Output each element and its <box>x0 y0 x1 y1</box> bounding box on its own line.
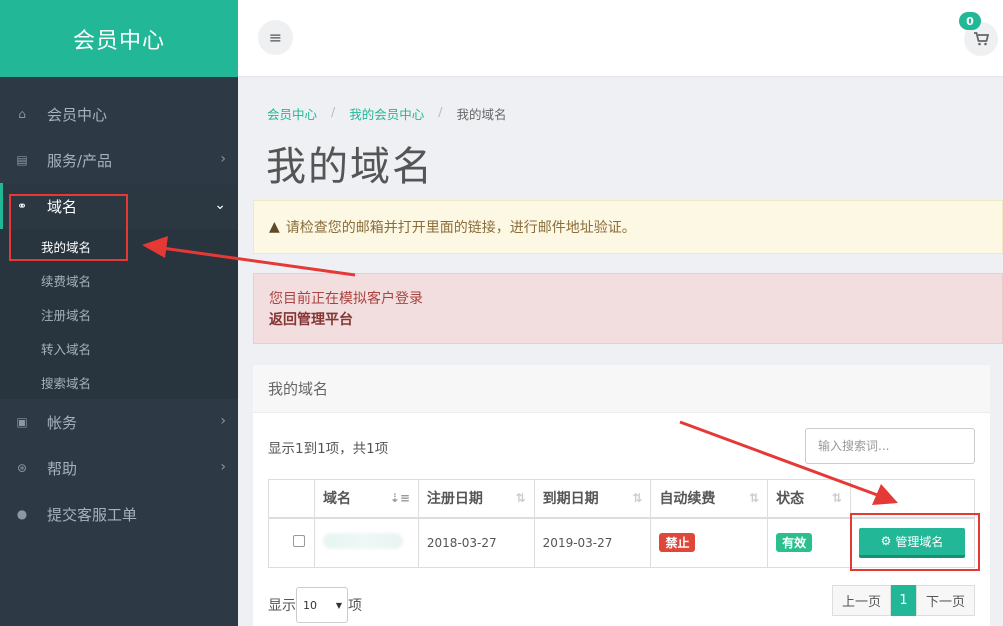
chevron-right-icon: › <box>220 413 226 429</box>
breadcrumb-separator: / <box>331 104 336 119</box>
sidebar-item-billing[interactable]: ▣ 帐务 › <box>0 399 238 445</box>
domains-panel: 我的域名 显示1到1项，共1项 域名 ⇣≡ 注册日期 ⇅ 到期日期 <box>253 365 990 626</box>
column-label: 注册日期 <box>426 491 483 508</box>
prev-page-button[interactable]: 上一页 <box>832 585 891 616</box>
redacted-domain <box>322 533 403 550</box>
page-length-control: 显示 10 ▼ 项 <box>268 587 362 623</box>
next-page-button[interactable]: 下一页 <box>916 585 975 616</box>
sidebar-item-label: 帮助 <box>47 459 78 478</box>
money-icon: ▣ <box>16 415 28 429</box>
warning-icon: ▲ <box>269 219 280 235</box>
sidebar-item-label: 帐务 <box>47 413 78 432</box>
auto-renew-badge: 禁止 <box>659 533 696 553</box>
hamburger-icon: ≡ <box>268 28 283 47</box>
sort-icon: ⇣≡ <box>389 491 410 505</box>
sort-icon: ⇅ <box>632 491 643 505</box>
menu-toggle-button[interactable]: ≡ <box>258 20 293 55</box>
status-badge: 有效 <box>776 533 813 553</box>
sidebar-item-member-center[interactable]: ⌂ 会员中心 <box>0 91 238 137</box>
email-verify-alert: ▲ 请检查您的邮箱并打开里面的链接，进行邮件地址验证。 <box>253 200 1003 254</box>
chevron-down-icon: ⌄ <box>214 197 226 213</box>
column-header-reg-date[interactable]: 注册日期 ⇅ <box>417 479 535 519</box>
column-label: 自动续费 <box>659 491 716 508</box>
column-label: 到期日期 <box>542 491 599 508</box>
server-icon: ▤ <box>16 153 28 167</box>
submenu-item-search-domains[interactable]: 搜索域名 <box>0 365 238 399</box>
sidebar-item-support-ticket[interactable]: ● 提交客服工单 <box>0 491 238 537</box>
table-summary: 显示1到1项，共1项 <box>268 441 389 457</box>
page-number-button[interactable]: 1 <box>891 585 916 616</box>
sidebar-item-services[interactable]: ▤ 服务/产品 › <box>0 137 238 183</box>
return-admin-link[interactable]: 返回管理平台 <box>269 310 987 331</box>
sidebar-nav: ⌂ 会员中心 ▤ 服务/产品 › ⚭ 域名 ⌄ 我的域名 续费域名 注册域名 转… <box>0 77 238 537</box>
breadcrumb-link-my-member-center[interactable]: 我的会员中心 <box>349 104 424 123</box>
sidebar-item-label: 服务/产品 <box>47 151 113 170</box>
exp-date-cell: 2019-03-27 <box>533 517 652 568</box>
home-icon: ⌂ <box>18 107 26 121</box>
alert-warning-text: 请检查您的邮箱并打开里面的链接，进行邮件地址验证。 <box>285 220 636 236</box>
page-length-select[interactable]: 10 ▼ <box>296 587 348 623</box>
column-header-auto-renew[interactable]: 自动续费 ⇅ <box>650 479 769 519</box>
brand-title[interactable]: 会员中心 <box>0 0 238 77</box>
breadcrumb-current: 我的域名 <box>456 107 507 122</box>
column-header-exp-date[interactable]: 到期日期 ⇅ <box>533 479 652 519</box>
search-input[interactable] <box>805 428 975 464</box>
auto-renew-cell: 禁止 <box>650 517 769 568</box>
length-label-post: 项 <box>348 598 362 614</box>
sort-icon: ⇅ <box>831 491 842 505</box>
breadcrumb-link-member-center[interactable]: 会员中心 <box>267 104 317 123</box>
column-label: 状态 <box>776 491 805 508</box>
length-label-pre: 显示 <box>268 598 296 614</box>
panel-title: 我的域名 <box>253 365 990 413</box>
breadcrumb-separator: / <box>438 104 443 119</box>
submenu-item-transfer-domains[interactable]: 转入域名 <box>0 331 238 365</box>
domain-cell <box>313 517 419 568</box>
page-title: 我的域名 <box>266 144 434 190</box>
column-header-status[interactable]: 状态 ⇅ <box>767 479 851 519</box>
lifebuoy-icon: ⊛ <box>16 461 28 475</box>
sidebar-item-label: 提交客服工单 <box>47 505 138 524</box>
sort-icon: ⇅ <box>515 491 526 505</box>
sidebar-item-label: 会员中心 <box>47 105 108 124</box>
sidebar-item-help[interactable]: ⊛ 帮助 › <box>0 445 238 491</box>
column-header-actions <box>849 479 976 519</box>
submenu-item-register-domains[interactable]: 注册域名 <box>0 297 238 331</box>
status-cell: 有效 <box>767 517 851 568</box>
column-header-select <box>268 479 315 519</box>
chevron-right-icon: › <box>220 151 226 167</box>
reg-date-cell: 2018-03-27 <box>417 517 535 568</box>
annotation-box-domain-menu <box>9 194 128 261</box>
chevron-right-icon: › <box>220 459 226 475</box>
page-length-value: 10 <box>303 598 317 612</box>
row-checkbox[interactable] <box>293 535 305 548</box>
row-select-cell <box>268 517 315 568</box>
dropdown-arrow-icon: ▼ <box>335 600 342 610</box>
submenu-item-renew-domains[interactable]: 续费域名 <box>0 263 238 297</box>
comment-icon: ● <box>16 507 28 521</box>
alert-danger-text: 您目前正在模拟客户登录 <box>269 291 423 307</box>
column-label: 域名 <box>322 491 351 508</box>
annotation-box-manage-button <box>850 513 980 571</box>
sidebar: 会员中心 ⌂ 会员中心 ▤ 服务/产品 › ⚭ 域名 ⌄ 我的域名 续费域名 注… <box>0 0 238 626</box>
cart-icon <box>973 32 989 46</box>
breadcrumb: 会员中心 / 我的会员中心 / 我的域名 <box>267 104 506 123</box>
cart-count-badge: 0 <box>959 12 981 30</box>
pagination: 上一页 1 下一页 <box>832 585 975 616</box>
top-bar: ≡ 0 <box>238 0 1003 77</box>
sort-icon: ⇅ <box>749 491 760 505</box>
column-header-domain[interactable]: 域名 ⇣≡ <box>313 479 419 519</box>
impersonation-alert: 您目前正在模拟客户登录 返回管理平台 <box>253 273 1003 344</box>
